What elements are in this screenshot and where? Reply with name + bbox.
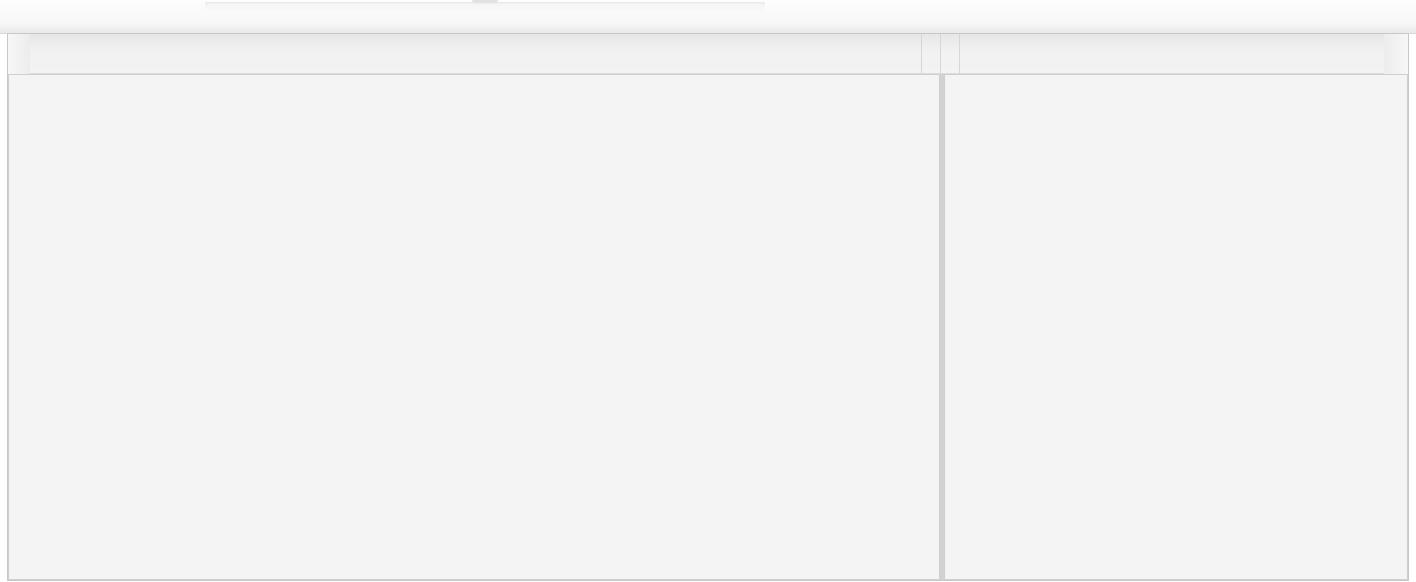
handle-strip	[8, 34, 1408, 74]
handle-strip-left-edge	[8, 34, 30, 74]
countertop	[0, 0, 1416, 34]
vanity-scene	[0, 0, 1416, 582]
faucet-hole	[472, 0, 498, 3]
handle-strip-right-edge	[1384, 34, 1408, 74]
handle-strip-divider-right	[959, 34, 960, 74]
basin-rim	[205, 2, 765, 14]
handle-strip-divider-left	[921, 34, 922, 74]
drawer-front-left	[8, 74, 940, 580]
drawer-front-right	[944, 74, 1408, 580]
handle-strip-divider-center	[940, 34, 941, 74]
